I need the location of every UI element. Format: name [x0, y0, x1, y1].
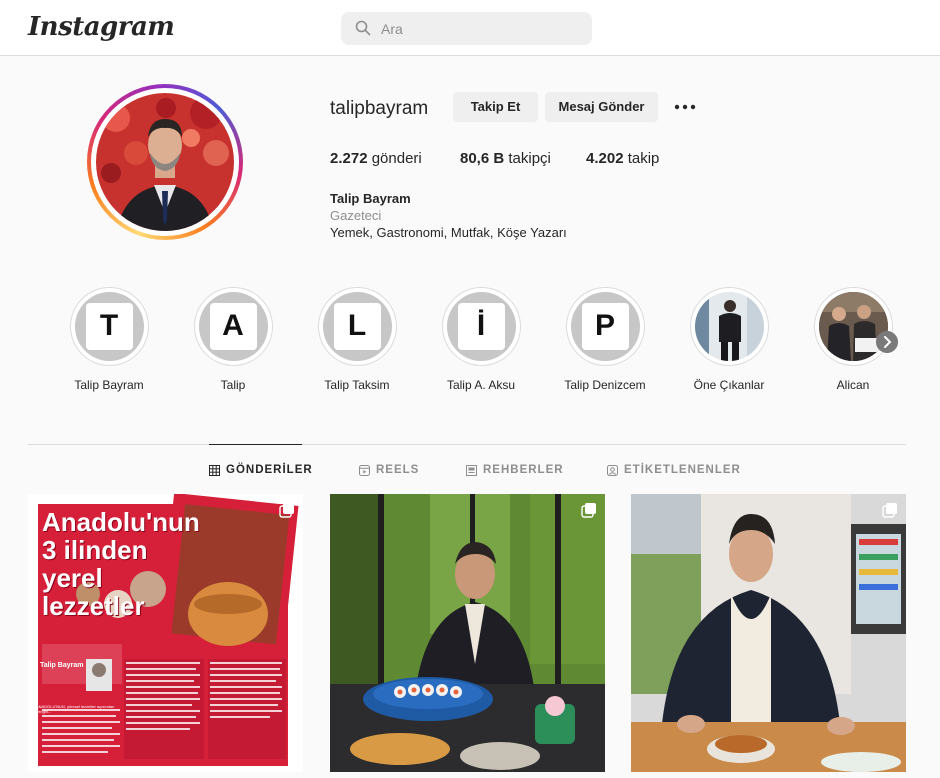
highlight-item[interactable]: L Talip Taksim	[295, 287, 419, 392]
highlight-item[interactable]: P Talip Denizcem	[543, 287, 667, 392]
follow-button[interactable]: Takip Et	[453, 92, 538, 122]
highlight-cover: T	[69, 287, 149, 366]
reels-icon	[359, 464, 370, 476]
more-options-icon[interactable]	[672, 96, 698, 118]
highlight-label: Talip Taksim	[324, 378, 390, 392]
following-stat[interactable]: 4.202 takip	[586, 150, 659, 167]
post-thumbnail-sushi[interactable]	[330, 494, 605, 772]
newspaper-headline: Anadolu'nun 3 ilinden yerel lezzetler	[42, 507, 200, 621]
tab-guides[interactable]: REHBERLER	[466, 464, 564, 476]
send-message-button[interactable]: Mesaj Gönder	[545, 92, 658, 122]
posts-stat: 2.272 gönderi	[330, 150, 422, 167]
highlight-label: Alican	[836, 378, 870, 392]
search-box[interactable]	[341, 12, 592, 45]
following-label: takip	[627, 150, 660, 167]
highlight-cover: A	[193, 287, 273, 366]
search-input[interactable]	[381, 19, 581, 39]
highlight-label: Talip Denizcem	[564, 378, 646, 392]
newspaper-byline: Talip Bayram	[40, 662, 84, 669]
posts-count: 2.272	[330, 150, 368, 167]
profile-category: Gazeteci	[330, 208, 382, 223]
highlight-label: Talip A. Aksu	[446, 378, 516, 392]
highlight-letter: T	[99, 309, 119, 342]
posts-label: gönderi	[371, 150, 422, 167]
tab-reels[interactable]: REELS	[359, 464, 419, 476]
instagram-logo[interactable]: Instagram	[28, 12, 175, 42]
tab-label: REHBERLER	[483, 464, 564, 476]
highlight-label: Talip	[220, 378, 246, 392]
top-navigation-bar: Instagram	[0, 0, 940, 56]
active-tab-indicator	[209, 444, 302, 445]
tag-icon	[607, 464, 618, 476]
search-icon	[355, 20, 371, 36]
highlight-cover: İ	[441, 287, 521, 366]
highlight-item[interactable]: Öne Çıkanlar	[667, 287, 791, 392]
highlight-letter: İ	[476, 309, 486, 342]
profile-full-name: Talip Bayram	[330, 191, 411, 206]
highlight-cover: L	[317, 287, 397, 366]
highlight-item[interactable]: İ Talip A. Aksu	[419, 287, 543, 392]
tab-label: GÖNDERİLER	[226, 464, 313, 476]
highlight-cover: P	[565, 287, 645, 366]
highlight-cover	[689, 287, 769, 366]
carousel-icon	[279, 503, 294, 518]
highlight-item[interactable]: A Talip	[171, 287, 295, 392]
carousel-icon	[882, 503, 897, 518]
highlight-label: Talip Bayram	[74, 378, 144, 392]
grid-icon	[209, 464, 220, 476]
post-photo	[330, 494, 605, 772]
highlight-cover	[813, 287, 893, 366]
highlight-label: Öne Çıkanlar	[693, 378, 765, 392]
tabs-divider	[28, 444, 906, 445]
guide-icon	[466, 464, 477, 476]
profile-photo	[96, 93, 234, 231]
chevron-right-icon[interactable]	[876, 331, 898, 353]
tab-label: ETİKETLENENLER	[624, 464, 741, 476]
followers-count: 80,6 B	[460, 150, 505, 167]
newspaper-body-text: ANADOLU'NUN, yöresel lezzetler açısından…	[36, 704, 115, 714]
tab-posts[interactable]: GÖNDERİLER	[209, 464, 313, 476]
highlight-letter: L	[347, 309, 367, 342]
followers-label: takipçi	[508, 150, 551, 167]
following-count: 4.202	[586, 150, 624, 167]
highlight-letter: P	[594, 309, 615, 342]
tab-label: REELS	[376, 464, 420, 476]
profile-bio: Yemek, Gastronomi, Mutfak, Köşe Yazarı	[330, 225, 567, 240]
profile-avatar[interactable]	[87, 84, 243, 240]
post-photo	[631, 494, 906, 772]
profile-username: talipbayram	[330, 98, 429, 119]
highlight-item[interactable]: T Talip Bayram	[47, 287, 171, 392]
followers-stat[interactable]: 80,6 B takipçi	[460, 150, 551, 167]
post-thumbnail-newspaper[interactable]: Anadolu'nun 3 ilinden yerel lezzetler Ta…	[28, 494, 303, 772]
carousel-icon	[581, 503, 596, 518]
highlight-letter: A	[222, 309, 244, 342]
tab-tagged[interactable]: ETİKETLENENLER	[607, 464, 741, 476]
post-thumbnail-soup[interactable]	[631, 494, 906, 772]
